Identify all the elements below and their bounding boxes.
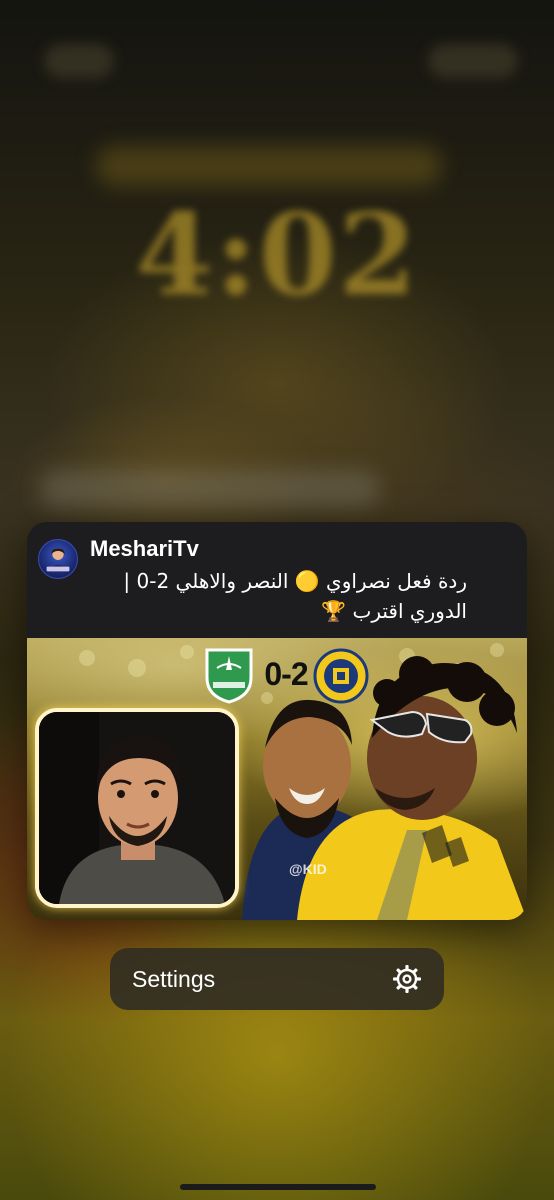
status-bar-left (44, 44, 114, 78)
settings-label: Settings (132, 965, 216, 992)
notification-header: MeshariTv ردة فعل نصراوي 🟡 النصر والاهلي… (27, 522, 527, 638)
ahli-crest-icon (205, 648, 253, 704)
video-thumbnail[interactable]: @KID 0-2 (27, 638, 527, 920)
lock-screen-time: 4:02 (135, 190, 419, 321)
lock-screen-date (96, 146, 442, 186)
match-score: 0-2 (203, 646, 369, 704)
streamer-portrait (35, 708, 239, 908)
home-indicator[interactable] (180, 1184, 376, 1190)
notification-body: ردة فعل نصراوي 🟡 النصر والاهلي 2-0 | الد… (87, 566, 467, 626)
channel-avatar-icon (38, 539, 78, 579)
nassr-crest-icon (313, 648, 369, 704)
notification-body-line-2: الدوري اقترب 🏆 (321, 599, 467, 623)
notification-card[interactable]: MeshariTv ردة فعل نصراوي 🟡 النصر والاهلي… (27, 522, 527, 920)
settings-button[interactable]: Settings (110, 948, 444, 1010)
thumbnail-watermark: @KID (289, 861, 327, 877)
gear-icon (393, 965, 421, 993)
notification-title: MeshariTv (90, 536, 199, 561)
notification-body-line-1: ردة فعل نصراوي 🟡 النصر والاهلي 2-0 | (123, 569, 467, 593)
lock-screen-widget (40, 470, 380, 508)
status-bar-right (428, 44, 518, 78)
score-text: 0-2 (264, 656, 308, 692)
